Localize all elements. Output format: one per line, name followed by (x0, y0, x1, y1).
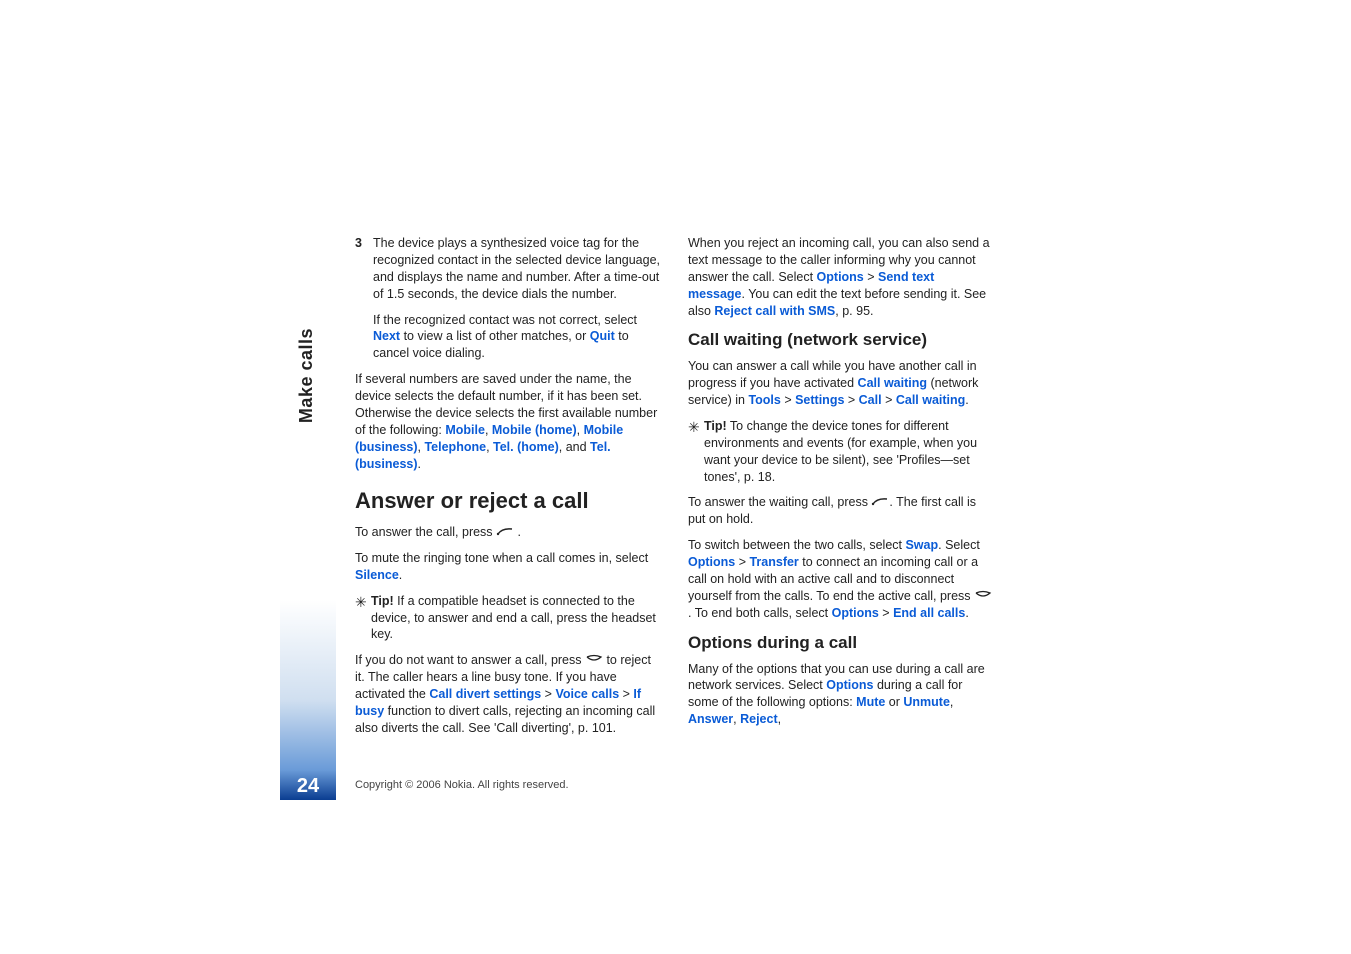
sep: , and (559, 440, 590, 454)
link-options-2[interactable]: Options (688, 555, 735, 569)
link-call-waiting[interactable]: Call waiting (858, 376, 927, 390)
text: To change the device tones for different… (704, 419, 977, 484)
tip-1: ✳ Tip! If a compatible headset is connec… (355, 593, 660, 644)
tip-text: Tip! If a compatible headset is connecte… (371, 593, 660, 644)
text: , p. 95. (835, 304, 873, 318)
link-options-3[interactable]: Options (832, 606, 879, 620)
period: . (514, 525, 521, 539)
copyright-footer: Copyright © 2006 Nokia. All rights reser… (355, 779, 569, 791)
sep: , (577, 423, 584, 437)
link-answer[interactable]: Answer (688, 712, 733, 726)
switch-paragraph: To switch between the two calls, select … (688, 537, 993, 621)
trailing-comma: , (778, 712, 781, 726)
step-3: 3 The device plays a synthesized voice t… (355, 235, 660, 371)
end-key-icon (585, 652, 603, 662)
link-reject[interactable]: Reject (740, 712, 778, 726)
link-transfer[interactable]: Transfer (749, 555, 798, 569)
heading-options-during-call: Options during a call (688, 632, 993, 655)
text: If you do not want to answer a call, pre… (355, 653, 585, 667)
step-body: The device plays a synthesized voice tag… (373, 235, 660, 371)
call-key-icon (496, 524, 514, 534)
call-waiting-paragraph: You can answer a call while you have ano… (688, 358, 993, 409)
heading-call-waiting: Call waiting (network service) (688, 329, 993, 352)
reject-paragraph: If you do not want to answer a call, pre… (355, 652, 660, 736)
link-quit[interactable]: Quit (590, 329, 615, 343)
period: . (418, 457, 421, 471)
end-key-icon (974, 588, 992, 598)
sep: > (735, 555, 749, 569)
link-next[interactable]: Next (373, 329, 400, 343)
page-number: 24 (280, 770, 336, 802)
sep: > (844, 393, 858, 407)
link-silence[interactable]: Silence (355, 568, 399, 582)
tip-icon: ✳ (688, 419, 704, 436)
waiting-answer-paragraph: To answer the waiting call, press . The … (688, 494, 993, 528)
link-voice-calls[interactable]: Voice calls (555, 687, 619, 701)
link-settings[interactable]: Settings (795, 393, 844, 407)
text: To mute the ringing tone when a call com… (355, 551, 648, 565)
mute-paragraph: To mute the ringing tone when a call com… (355, 550, 660, 584)
tip-text: Tip! To change the device tones for diff… (704, 418, 993, 486)
link-call[interactable]: Call (859, 393, 882, 407)
link-call-divert-settings[interactable]: Call divert settings (429, 687, 541, 701)
reject-sms-paragraph: When you reject an incoming call, you ca… (688, 235, 993, 319)
heading-answer-reject: Answer or reject a call (355, 486, 660, 516)
sep: > (781, 393, 795, 407)
column-left: 3 The device plays a synthesized voice t… (355, 235, 660, 746)
section-label: Make calls (296, 328, 317, 423)
column-right: When you reject an incoming call, you ca… (688, 235, 993, 746)
step-number: 3 (355, 235, 373, 371)
link-tel-home[interactable]: Tel. (home) (493, 440, 559, 454)
multi-number-paragraph: If several numbers are saved under the n… (355, 371, 660, 472)
text: To answer the call, press (355, 525, 496, 539)
link-swap[interactable]: Swap (905, 538, 938, 552)
text: To answer the waiting call, press (688, 495, 871, 509)
text: or (885, 695, 903, 709)
text: to view a list of other matches, or (400, 329, 590, 343)
step3-line2: If the recognized contact was not correc… (373, 312, 660, 363)
text: If the recognized contact was not correc… (373, 313, 637, 327)
tip-icon: ✳ (355, 594, 371, 611)
sep: > (864, 270, 878, 284)
sep: , (950, 695, 953, 709)
link-telephone[interactable]: Telephone (424, 440, 486, 454)
tip-label: Tip! (371, 594, 394, 608)
tip-label: Tip! (704, 419, 727, 433)
period: . (965, 606, 968, 620)
sep: , (486, 440, 493, 454)
link-mute[interactable]: Mute (856, 695, 885, 709)
link-options[interactable]: Options (817, 270, 864, 284)
link-options-4[interactable]: Options (826, 678, 873, 692)
link-reject-call-with-sms[interactable]: Reject call with SMS (714, 304, 835, 318)
call-key-icon (871, 494, 889, 504)
link-mobile[interactable]: Mobile (445, 423, 485, 437)
text: function to divert calls, rejecting an i… (355, 704, 655, 735)
link-tools[interactable]: Tools (748, 393, 780, 407)
sep: > (541, 687, 555, 701)
period: . (399, 568, 402, 582)
text: If a compatible headset is connected to … (371, 594, 656, 642)
sep: > (619, 687, 633, 701)
period: . (965, 393, 968, 407)
options-call-paragraph: Many of the options that you can use dur… (688, 661, 993, 729)
sep: > (882, 393, 896, 407)
text: . To end both calls, select (688, 606, 832, 620)
text: To switch between the two calls, select (688, 538, 905, 552)
sep: , (485, 423, 492, 437)
text: . Select (938, 538, 980, 552)
step3-line1: The device plays a synthesized voice tag… (373, 235, 660, 303)
answer-paragraph: To answer the call, press . (355, 524, 660, 541)
link-mobile-home[interactable]: Mobile (home) (492, 423, 577, 437)
link-call-waiting-2[interactable]: Call waiting (896, 393, 965, 407)
page-content: 3 The device plays a synthesized voice t… (355, 235, 995, 746)
sep: > (879, 606, 893, 620)
link-end-all-calls[interactable]: End all calls (893, 606, 965, 620)
tip-2: ✳ Tip! To change the device tones for di… (688, 418, 993, 486)
link-unmute[interactable]: Unmute (903, 695, 950, 709)
